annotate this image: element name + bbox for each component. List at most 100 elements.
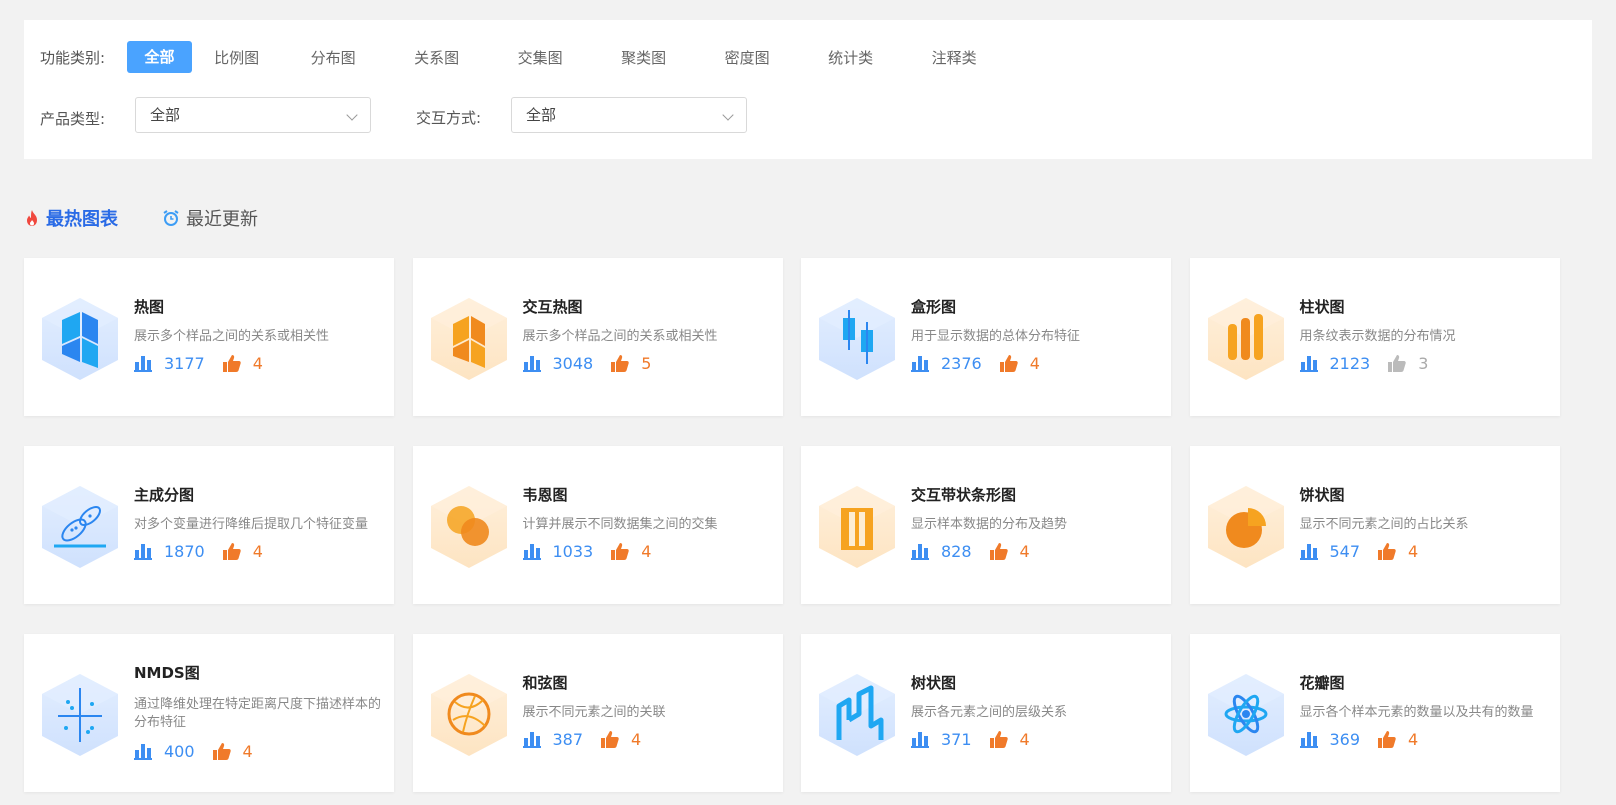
- product-type-select[interactable]: 全部: [135, 97, 371, 133]
- interaction-value: 全部: [526, 106, 557, 124]
- card-title: 和弦图: [522, 674, 568, 692]
- card-title: 花瓣图: [1299, 674, 1345, 692]
- card-title: 树状图: [911, 674, 957, 692]
- like-count[interactable]: 4: [222, 542, 263, 561]
- chart-card[interactable]: 韦恩图 计算并展示不同数据集之间的交集 1033 4: [412, 446, 783, 604]
- view-count-value: 547: [1329, 542, 1361, 561]
- chart-card[interactable]: 树状图 展示各元素之间的层级关系 371 4: [801, 634, 1171, 792]
- chart-card[interactable]: 热图 展示多个样品之间的关系或相关性 3177 4: [24, 258, 394, 416]
- view-count: 547: [1299, 542, 1361, 561]
- chart-card[interactable]: 和弦图 展示不同元素之间的关联 387 4: [412, 634, 783, 792]
- chart-card[interactable]: NMDS图 通过降维处理在特定距离尺度下描述样本的分布特征 400 4: [24, 634, 394, 792]
- view-count: 2376: [911, 354, 982, 373]
- tab-hottest[interactable]: 最热图表: [24, 205, 118, 231]
- bar-chart-icon: [911, 731, 935, 748]
- thumbs-up-icon: [989, 543, 1014, 560]
- category-option[interactable]: 交集图: [503, 47, 607, 68]
- thumbs-up-icon: [222, 543, 247, 560]
- like-count[interactable]: 4: [1378, 542, 1418, 561]
- like-count[interactable]: 4: [222, 354, 263, 373]
- card-title: 交互热图: [522, 298, 583, 316]
- like-count[interactable]: 4: [999, 354, 1040, 373]
- category-filter-row: 功能类别: 全部 比例图 分布图 关系图 交集图 聚类图 密度图 统计类 注释类: [40, 41, 1020, 73]
- like-count[interactable]: 4: [1378, 730, 1418, 749]
- bar-chart-icon: [134, 543, 158, 560]
- like-count[interactable]: 4: [212, 742, 253, 761]
- card-stats: 400 4: [134, 742, 253, 761]
- category-option[interactable]: 比例图: [192, 47, 296, 68]
- pie-chart-icon: [1204, 482, 1288, 570]
- card-description: 展示多个样品之间的关系或相关性: [522, 329, 718, 344]
- card-description: 展示各元素之间的层级关系: [911, 705, 1068, 720]
- bar-chart-icon: [911, 543, 935, 560]
- card-stats: 1870 4: [134, 542, 263, 561]
- like-count[interactable]: 4: [601, 730, 641, 749]
- tab-recent[interactable]: 最近更新: [162, 205, 258, 231]
- category-option[interactable]: 统计类: [813, 47, 917, 68]
- card-title: 交互带状条形图: [911, 486, 1017, 504]
- bar-chart-icon: [522, 543, 547, 560]
- category-option[interactable]: 聚类图: [606, 47, 710, 68]
- bar-chart-icon: [522, 731, 547, 748]
- bar-chart-icon: [134, 743, 158, 760]
- category-option[interactable]: 密度图: [710, 47, 814, 68]
- thumbs-up-icon: [611, 543, 635, 560]
- flame-icon: [27, 210, 37, 226]
- chart-card[interactable]: 交互热图 展示多个样品之间的关系或相关性 3048 5: [412, 258, 783, 416]
- card-stats: 3177 4: [134, 354, 263, 373]
- thumbs-up-icon: [1378, 543, 1402, 560]
- like-count-value: 4: [1408, 730, 1419, 749]
- filter-panel: 功能类别: 全部 比例图 分布图 关系图 交集图 聚类图 密度图 统计类 注释类 产品类型: 全…: [24, 20, 1592, 159]
- card-stats: 371 4: [911, 730, 1030, 749]
- chart-card[interactable]: 花瓣图 显示各个样本元素的数量以及共有的数量 369 4: [1189, 634, 1560, 792]
- product-type-label: 产品类型:: [40, 109, 106, 128]
- interaction-select[interactable]: 全部: [511, 97, 747, 133]
- tree-icon: [815, 670, 899, 758]
- like-count[interactable]: 4: [989, 730, 1030, 749]
- like-count[interactable]: 4: [611, 542, 651, 561]
- card-stats: 369 4: [1299, 730, 1418, 749]
- thumbs-up-icon: [212, 743, 237, 760]
- category-label: 功能类别:: [40, 48, 106, 67]
- like-count[interactable]: 4: [989, 542, 1030, 561]
- view-count: 3048: [522, 354, 593, 373]
- chart-card[interactable]: 柱状图 用条纹表示数据的分布情况 2123 3: [1189, 258, 1560, 416]
- card-stats: 387 4: [522, 730, 641, 749]
- card-description: 显示样本数据的分布及趋势: [911, 517, 1068, 532]
- view-count: 400: [134, 742, 195, 761]
- chart-card[interactable]: 饼状图 显示不同元素之间的占比关系 547 4: [1189, 446, 1560, 604]
- chart-card[interactable]: 主成分图 对多个变量进行降维后提取几个特征变量 1870 4: [24, 446, 394, 604]
- bar-chart-icon: [1299, 355, 1324, 372]
- view-count: 387: [522, 730, 584, 749]
- category-option[interactable]: 注释类: [917, 47, 1021, 68]
- card-title: 韦恩图: [522, 486, 568, 504]
- view-count: 371: [911, 730, 972, 749]
- like-count-value: 3: [1418, 354, 1429, 373]
- category-option[interactable]: 全部: [127, 41, 193, 73]
- card-stats: 1033 4: [522, 542, 651, 561]
- card-description: 显示各个样本元素的数量以及共有的数量: [1299, 705, 1534, 720]
- bar-chart-icon: [1299, 543, 1324, 560]
- like-count[interactable]: 5: [611, 354, 651, 373]
- category-option[interactable]: 分布图: [296, 47, 400, 68]
- select-filter-row: 产品类型:: [40, 100, 105, 136]
- view-count: 1033: [522, 542, 593, 561]
- chart-card[interactable]: 交互带状条形图 显示样本数据的分布及趋势 828 4: [801, 446, 1171, 604]
- chart-card[interactable]: 盒形图 用于显示数据的总体分布特征 2376 4: [801, 258, 1171, 416]
- like-count[interactable]: 3: [1388, 354, 1428, 373]
- like-count-value: 4: [1029, 354, 1040, 373]
- like-count-value: 4: [631, 730, 642, 749]
- card-stats: 2123 3: [1299, 354, 1428, 373]
- category-option[interactable]: 关系图: [399, 47, 503, 68]
- ribbon-bar-icon: [815, 482, 899, 570]
- view-count: 3177: [134, 354, 205, 373]
- bar-chart-icon: [911, 355, 935, 372]
- card-title: 柱状图: [1299, 298, 1345, 316]
- card-description: 计算并展示不同数据集之间的交集: [522, 517, 718, 532]
- card-stats: 3048 5: [522, 354, 651, 373]
- thumbs-up-icon: [1388, 355, 1412, 372]
- like-count-value: 4: [1408, 542, 1419, 561]
- view-count-value: 2376: [941, 354, 982, 373]
- view-count-value: 387: [552, 730, 584, 749]
- chevron-down-icon: [722, 109, 734, 121]
